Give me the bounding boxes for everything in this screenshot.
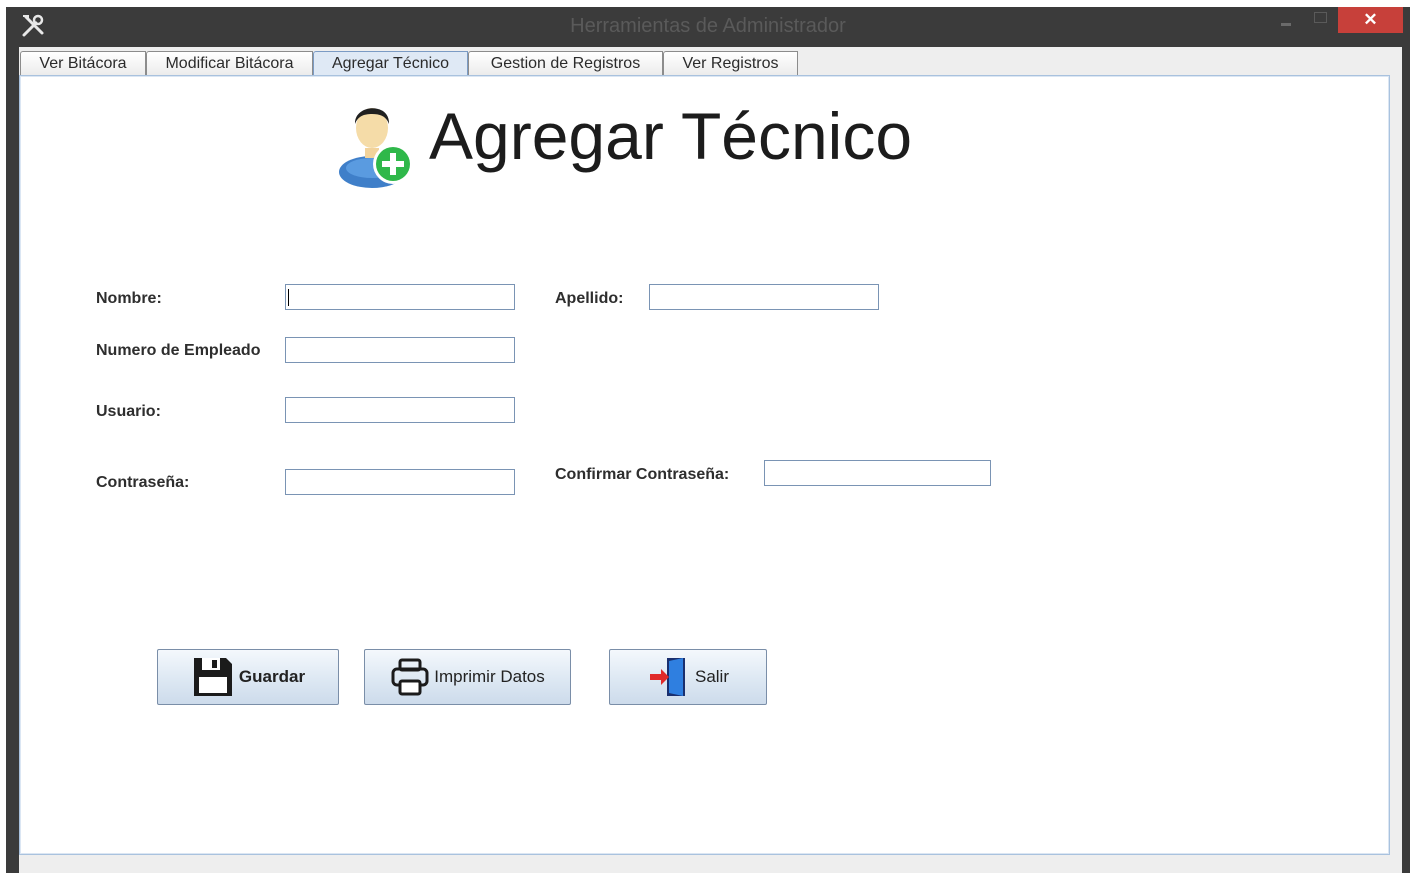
contrasena-input[interactable] [285,469,515,495]
floppy-disk-icon [193,658,232,696]
printer-icon [391,658,429,696]
numero-empleado-input[interactable] [285,337,515,363]
page-title: Agregar Técnico [429,99,913,173]
title-bar[interactable]: Herramientas de Administrador ✕ [6,7,1410,47]
tab-ver-bitacora[interactable]: Ver Bitácora [20,51,146,75]
guardar-label: Guardar [238,667,306,686]
guardar-button[interactable]: Guardar [157,649,339,705]
tab-strip: Ver Bitácora Modificar Bitácora Agregar … [19,49,1402,75]
empleado-label: Numero de Empleado [96,342,261,359]
tab-agregar-tecnico[interactable]: Agregar Técnico [313,51,468,75]
tab-ver-registros[interactable]: Ver Registros [663,51,798,75]
close-button[interactable]: ✕ [1338,7,1403,33]
salir-label: Salir [694,667,729,686]
minimize-button[interactable] [1272,7,1300,33]
client-area: Ver Bitácora Modificar Bitácora Agregar … [19,47,1402,873]
apellido-label: Apellido: [555,290,624,307]
contrasena-label: Contraseña: [96,474,190,491]
maximize-button[interactable] [1304,7,1334,33]
salir-button[interactable]: Salir [609,649,767,705]
nombre-input[interactable] [285,284,515,310]
usuario-label: Usuario: [96,403,161,420]
app-window: Herramientas de Administrador ✕ Ver Bitá… [6,7,1410,873]
text-caret [288,289,289,306]
status-strip [19,855,1402,873]
add-user-icon [339,108,413,188]
imprimir-datos-button[interactable]: Imprimir Datos [364,649,571,705]
imprimir-datos-label: Imprimir Datos [434,667,545,686]
confirmar-contrasena-input[interactable] [764,460,991,486]
window-title: Herramientas de Administrador [570,15,846,37]
usuario-input[interactable] [285,397,515,423]
tab-modificar-bitacora[interactable]: Modificar Bitácora [146,51,313,75]
apellido-input[interactable] [649,284,879,310]
tab-gestion-registros[interactable]: Gestion de Registros [468,51,663,75]
nombre-label: Nombre: [96,290,162,307]
confirmar-contrasena-label: Confirmar Contraseña: [555,466,730,483]
exit-door-icon [649,658,685,696]
agregar-tecnico-panel: Agregar Técnico Nombre: Apellido: Numero… [19,75,1390,855]
